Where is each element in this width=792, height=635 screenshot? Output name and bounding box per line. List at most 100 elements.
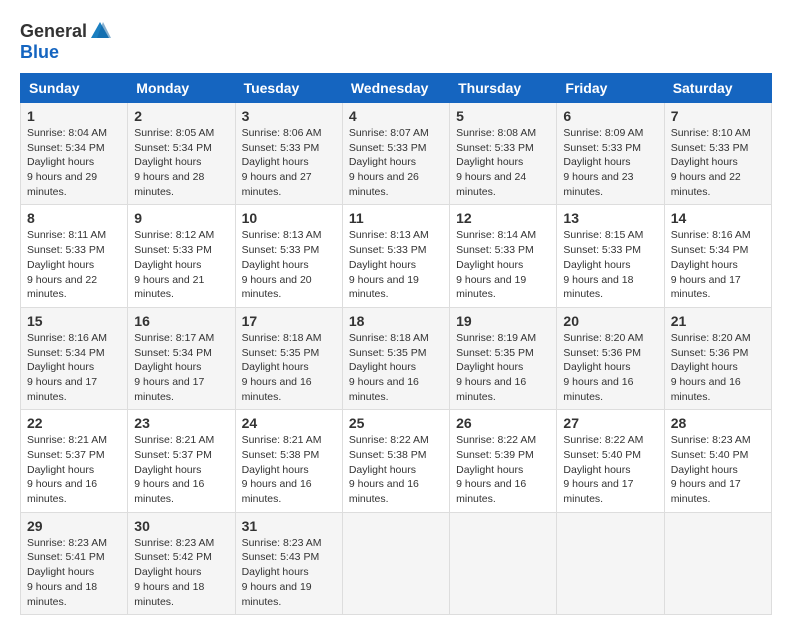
day-number: 22 xyxy=(27,415,121,431)
calendar-cell: 8 Sunrise: 8:11 AM Sunset: 5:33 PM Dayli… xyxy=(21,205,128,307)
day-number: 12 xyxy=(456,210,550,226)
day-info: Sunrise: 8:23 AM Sunset: 5:42 PM Dayligh… xyxy=(134,536,228,609)
day-info: Sunrise: 8:21 AM Sunset: 5:38 PM Dayligh… xyxy=(242,433,336,506)
day-info: Sunrise: 8:22 AM Sunset: 5:39 PM Dayligh… xyxy=(456,433,550,506)
col-header-saturday: Saturday xyxy=(664,74,771,103)
calendar-cell: 22 Sunrise: 8:21 AM Sunset: 5:37 PM Dayl… xyxy=(21,410,128,512)
day-number: 6 xyxy=(563,108,657,124)
calendar-cell: 29 Sunrise: 8:23 AM Sunset: 5:41 PM Dayl… xyxy=(21,512,128,614)
calendar-cell: 23 Sunrise: 8:21 AM Sunset: 5:37 PM Dayl… xyxy=(128,410,235,512)
day-info: Sunrise: 8:08 AM Sunset: 5:33 PM Dayligh… xyxy=(456,126,550,199)
day-number: 1 xyxy=(27,108,121,124)
calendar-cell xyxy=(557,512,664,614)
col-header-sunday: Sunday xyxy=(21,74,128,103)
day-number: 15 xyxy=(27,313,121,329)
calendar-cell: 16 Sunrise: 8:17 AM Sunset: 5:34 PM Dayl… xyxy=(128,307,235,409)
week-row-5: 29 Sunrise: 8:23 AM Sunset: 5:41 PM Dayl… xyxy=(21,512,772,614)
day-number: 25 xyxy=(349,415,443,431)
day-number: 2 xyxy=(134,108,228,124)
logo-general-text: General xyxy=(20,21,87,42)
logo-blue-text: Blue xyxy=(20,42,59,62)
day-number: 31 xyxy=(242,518,336,534)
calendar-cell: 30 Sunrise: 8:23 AM Sunset: 5:42 PM Dayl… xyxy=(128,512,235,614)
day-info: Sunrise: 8:19 AM Sunset: 5:35 PM Dayligh… xyxy=(456,331,550,404)
calendar-cell: 9 Sunrise: 8:12 AM Sunset: 5:33 PM Dayli… xyxy=(128,205,235,307)
calendar-cell xyxy=(342,512,449,614)
calendar-cell xyxy=(664,512,771,614)
day-info: Sunrise: 8:14 AM Sunset: 5:33 PM Dayligh… xyxy=(456,228,550,301)
day-number: 21 xyxy=(671,313,765,329)
calendar-cell: 5 Sunrise: 8:08 AM Sunset: 5:33 PM Dayli… xyxy=(450,103,557,205)
day-info: Sunrise: 8:22 AM Sunset: 5:40 PM Dayligh… xyxy=(563,433,657,506)
calendar-cell: 25 Sunrise: 8:22 AM Sunset: 5:38 PM Dayl… xyxy=(342,410,449,512)
week-row-4: 22 Sunrise: 8:21 AM Sunset: 5:37 PM Dayl… xyxy=(21,410,772,512)
day-info: Sunrise: 8:21 AM Sunset: 5:37 PM Dayligh… xyxy=(27,433,121,506)
day-info: Sunrise: 8:13 AM Sunset: 5:33 PM Dayligh… xyxy=(242,228,336,301)
calendar-cell: 31 Sunrise: 8:23 AM Sunset: 5:43 PM Dayl… xyxy=(235,512,342,614)
col-header-wednesday: Wednesday xyxy=(342,74,449,103)
day-info: Sunrise: 8:23 AM Sunset: 5:41 PM Dayligh… xyxy=(27,536,121,609)
calendar-cell: 12 Sunrise: 8:14 AM Sunset: 5:33 PM Dayl… xyxy=(450,205,557,307)
calendar-cell: 3 Sunrise: 8:06 AM Sunset: 5:33 PM Dayli… xyxy=(235,103,342,205)
week-row-3: 15 Sunrise: 8:16 AM Sunset: 5:34 PM Dayl… xyxy=(21,307,772,409)
day-number: 20 xyxy=(563,313,657,329)
calendar-cell: 15 Sunrise: 8:16 AM Sunset: 5:34 PM Dayl… xyxy=(21,307,128,409)
calendar-cell xyxy=(450,512,557,614)
day-info: Sunrise: 8:17 AM Sunset: 5:34 PM Dayligh… xyxy=(134,331,228,404)
day-info: Sunrise: 8:10 AM Sunset: 5:33 PM Dayligh… xyxy=(671,126,765,199)
day-info: Sunrise: 8:20 AM Sunset: 5:36 PM Dayligh… xyxy=(563,331,657,404)
day-info: Sunrise: 8:13 AM Sunset: 5:33 PM Dayligh… xyxy=(349,228,443,301)
calendar-cell: 26 Sunrise: 8:22 AM Sunset: 5:39 PM Dayl… xyxy=(450,410,557,512)
col-header-tuesday: Tuesday xyxy=(235,74,342,103)
day-info: Sunrise: 8:09 AM Sunset: 5:33 PM Dayligh… xyxy=(563,126,657,199)
calendar-cell: 14 Sunrise: 8:16 AM Sunset: 5:34 PM Dayl… xyxy=(664,205,771,307)
calendar-cell: 2 Sunrise: 8:05 AM Sunset: 5:34 PM Dayli… xyxy=(128,103,235,205)
day-number: 14 xyxy=(671,210,765,226)
day-number: 13 xyxy=(563,210,657,226)
day-number: 30 xyxy=(134,518,228,534)
calendar-cell: 19 Sunrise: 8:19 AM Sunset: 5:35 PM Dayl… xyxy=(450,307,557,409)
day-info: Sunrise: 8:04 AM Sunset: 5:34 PM Dayligh… xyxy=(27,126,121,199)
day-info: Sunrise: 8:07 AM Sunset: 5:33 PM Dayligh… xyxy=(349,126,443,199)
day-number: 26 xyxy=(456,415,550,431)
day-number: 4 xyxy=(349,108,443,124)
day-number: 19 xyxy=(456,313,550,329)
calendar-cell: 11 Sunrise: 8:13 AM Sunset: 5:33 PM Dayl… xyxy=(342,205,449,307)
calendar-cell: 18 Sunrise: 8:18 AM Sunset: 5:35 PM Dayl… xyxy=(342,307,449,409)
calendar-cell: 10 Sunrise: 8:13 AM Sunset: 5:33 PM Dayl… xyxy=(235,205,342,307)
day-info: Sunrise: 8:23 AM Sunset: 5:43 PM Dayligh… xyxy=(242,536,336,609)
day-number: 5 xyxy=(456,108,550,124)
day-number: 3 xyxy=(242,108,336,124)
calendar-cell: 4 Sunrise: 8:07 AM Sunset: 5:33 PM Dayli… xyxy=(342,103,449,205)
calendar-cell: 27 Sunrise: 8:22 AM Sunset: 5:40 PM Dayl… xyxy=(557,410,664,512)
day-number: 23 xyxy=(134,415,228,431)
logo-icon xyxy=(89,20,111,42)
day-info: Sunrise: 8:12 AM Sunset: 5:33 PM Dayligh… xyxy=(134,228,228,301)
day-info: Sunrise: 8:15 AM Sunset: 5:33 PM Dayligh… xyxy=(563,228,657,301)
day-info: Sunrise: 8:23 AM Sunset: 5:40 PM Dayligh… xyxy=(671,433,765,506)
day-info: Sunrise: 8:16 AM Sunset: 5:34 PM Dayligh… xyxy=(671,228,765,301)
calendar-cell: 28 Sunrise: 8:23 AM Sunset: 5:40 PM Dayl… xyxy=(664,410,771,512)
day-info: Sunrise: 8:18 AM Sunset: 5:35 PM Dayligh… xyxy=(242,331,336,404)
day-number: 18 xyxy=(349,313,443,329)
week-row-2: 8 Sunrise: 8:11 AM Sunset: 5:33 PM Dayli… xyxy=(21,205,772,307)
day-number: 7 xyxy=(671,108,765,124)
col-header-thursday: Thursday xyxy=(450,74,557,103)
calendar-cell: 21 Sunrise: 8:20 AM Sunset: 5:36 PM Dayl… xyxy=(664,307,771,409)
day-number: 24 xyxy=(242,415,336,431)
day-info: Sunrise: 8:18 AM Sunset: 5:35 PM Dayligh… xyxy=(349,331,443,404)
day-number: 9 xyxy=(134,210,228,226)
day-info: Sunrise: 8:21 AM Sunset: 5:37 PM Dayligh… xyxy=(134,433,228,506)
logo: General Blue xyxy=(20,20,111,63)
calendar-table: SundayMondayTuesdayWednesdayThursdayFrid… xyxy=(20,73,772,615)
day-info: Sunrise: 8:20 AM Sunset: 5:36 PM Dayligh… xyxy=(671,331,765,404)
calendar-cell: 7 Sunrise: 8:10 AM Sunset: 5:33 PM Dayli… xyxy=(664,103,771,205)
day-number: 27 xyxy=(563,415,657,431)
day-number: 29 xyxy=(27,518,121,534)
day-info: Sunrise: 8:06 AM Sunset: 5:33 PM Dayligh… xyxy=(242,126,336,199)
day-number: 11 xyxy=(349,210,443,226)
day-number: 10 xyxy=(242,210,336,226)
day-number: 28 xyxy=(671,415,765,431)
day-info: Sunrise: 8:16 AM Sunset: 5:34 PM Dayligh… xyxy=(27,331,121,404)
calendar-cell: 1 Sunrise: 8:04 AM Sunset: 5:34 PM Dayli… xyxy=(21,103,128,205)
